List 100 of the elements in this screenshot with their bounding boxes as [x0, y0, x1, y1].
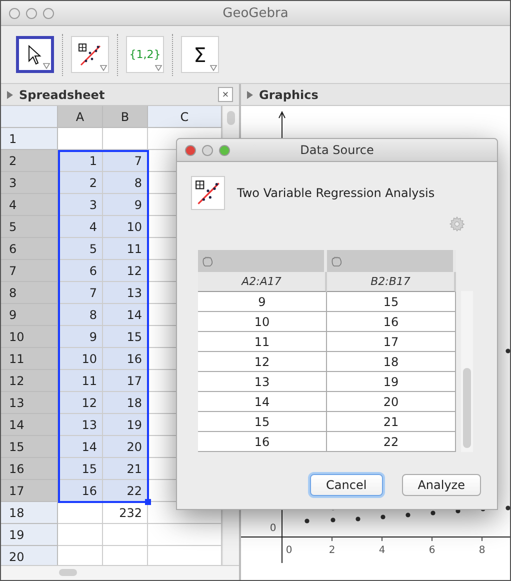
panel-title: Graphics: [259, 88, 318, 102]
scrollbar-thumb[interactable]: [227, 111, 235, 125]
data-point: [356, 516, 360, 522]
table-cell[interactable]: 19: [103, 414, 148, 436]
row-header[interactable]: 7: [1, 260, 58, 282]
row-header[interactable]: 1: [1, 128, 58, 150]
table-cell[interactable]: 17: [103, 370, 148, 392]
expand-triangle-icon[interactable]: [7, 90, 13, 98]
cancel-button[interactable]: Cancel: [310, 474, 383, 496]
table-cell[interactable]: [58, 128, 103, 150]
hand-icon[interactable]: [202, 256, 214, 266]
table-cell: 20: [327, 392, 456, 412]
table-cell[interactable]: 8: [103, 172, 148, 194]
table-cell[interactable]: 15: [58, 458, 103, 480]
table-cell: 21: [327, 412, 456, 432]
window-title: GeoGebra: [222, 6, 288, 20]
sheet-corner[interactable]: [1, 106, 58, 128]
table-cell[interactable]: 6: [58, 260, 103, 282]
table-cell: 15: [327, 292, 456, 312]
zoom-window-button[interactable]: [219, 144, 230, 156]
settings-icon[interactable]: [449, 216, 465, 232]
row-header[interactable]: 2: [1, 150, 58, 172]
move-tool-button[interactable]: [16, 36, 54, 73]
row-header[interactable]: 19: [1, 524, 58, 546]
table-cell: 22: [327, 432, 456, 452]
column-header[interactable]: B: [103, 106, 148, 128]
row-header[interactable]: 9: [1, 304, 58, 326]
table-cell[interactable]: 22: [103, 480, 148, 502]
column-header[interactable]: C: [148, 106, 222, 128]
table-cell[interactable]: [58, 524, 103, 546]
table-cell[interactable]: [58, 502, 103, 524]
table-cell[interactable]: 11: [58, 370, 103, 392]
table-cell[interactable]: 5: [58, 238, 103, 260]
expand-triangle-icon[interactable]: [247, 90, 253, 98]
row-header[interactable]: 4: [1, 194, 58, 216]
row-header[interactable]: 16: [1, 458, 58, 480]
scrollbar-thumb[interactable]: [59, 569, 77, 576]
scrollbar-thumb[interactable]: [463, 368, 471, 448]
table-cell[interactable]: 12: [58, 392, 103, 414]
row-header[interactable]: 5: [1, 216, 58, 238]
table-cell: 11: [198, 332, 327, 352]
row-header[interactable]: 13: [1, 392, 58, 414]
minimize-window-button[interactable]: [202, 144, 213, 156]
close-window-button[interactable]: [185, 144, 196, 156]
table-cell: 16: [198, 432, 327, 452]
caret-icon: [155, 65, 162, 71]
row-header[interactable]: 8: [1, 282, 58, 304]
table-cell[interactable]: 232: [103, 502, 148, 524]
table-cell[interactable]: 9: [103, 194, 148, 216]
table-cell[interactable]: 18: [103, 392, 148, 414]
row-header[interactable]: 10: [1, 326, 58, 348]
zoom-window-button[interactable]: [43, 8, 54, 18]
fill-handle[interactable]: [145, 499, 151, 505]
column-header[interactable]: A: [58, 106, 103, 128]
hand-icon[interactable]: [331, 256, 343, 266]
table-cell[interactable]: 10: [58, 348, 103, 370]
caret-icon: [100, 65, 107, 71]
regression-icon: [78, 42, 102, 66]
table-cell[interactable]: 13: [58, 414, 103, 436]
row-header[interactable]: 6: [1, 238, 58, 260]
row-header[interactable]: 3: [1, 172, 58, 194]
minimize-window-button[interactable]: [26, 8, 37, 18]
table-cell[interactable]: 10: [103, 216, 148, 238]
table-cell[interactable]: 14: [103, 304, 148, 326]
table-cell[interactable]: 12: [103, 260, 148, 282]
table-cell[interactable]: [103, 128, 148, 150]
close-button[interactable]: ×: [218, 87, 233, 102]
regression-tool-button[interactable]: [71, 36, 109, 73]
table-cell[interactable]: 13: [103, 282, 148, 304]
table-cell[interactable]: 7: [58, 282, 103, 304]
table-cell[interactable]: 2: [58, 172, 103, 194]
row-header[interactable]: 17: [1, 480, 58, 502]
list-tool-button[interactable]: {1,2}: [126, 36, 164, 73]
analyze-button[interactable]: Analyze: [402, 474, 481, 496]
table-cell: 14: [198, 392, 327, 412]
table-cell[interactable]: 15: [103, 326, 148, 348]
sum-tool-button[interactable]: Σ: [181, 36, 219, 73]
row-header[interactable]: 12: [1, 370, 58, 392]
table-cell[interactable]: 11: [103, 238, 148, 260]
table-cell[interactable]: [103, 524, 148, 546]
table-cell[interactable]: 16: [103, 348, 148, 370]
table-cell[interactable]: 21: [103, 458, 148, 480]
table-cell[interactable]: 8: [58, 304, 103, 326]
data-point: [430, 510, 436, 516]
table-cell[interactable]: 3: [58, 194, 103, 216]
close-window-button[interactable]: [9, 8, 20, 18]
table-cell[interactable]: 4: [58, 216, 103, 238]
row-header[interactable]: 11: [1, 348, 58, 370]
table-cell: 13: [198, 372, 327, 392]
table-cell[interactable]: 20: [103, 436, 148, 458]
table-cell[interactable]: 14: [58, 436, 103, 458]
row-header[interactable]: 14: [1, 414, 58, 436]
row-header[interactable]: 18: [1, 502, 58, 524]
table-cell[interactable]: [148, 524, 222, 546]
table-cell[interactable]: 9: [58, 326, 103, 348]
row-header[interactable]: 15: [1, 436, 58, 458]
data-point: [406, 512, 410, 518]
table-cell: 19: [327, 372, 456, 392]
axis-tick-label: 0: [270, 523, 276, 534]
table-cell[interactable]: 16: [58, 480, 103, 502]
